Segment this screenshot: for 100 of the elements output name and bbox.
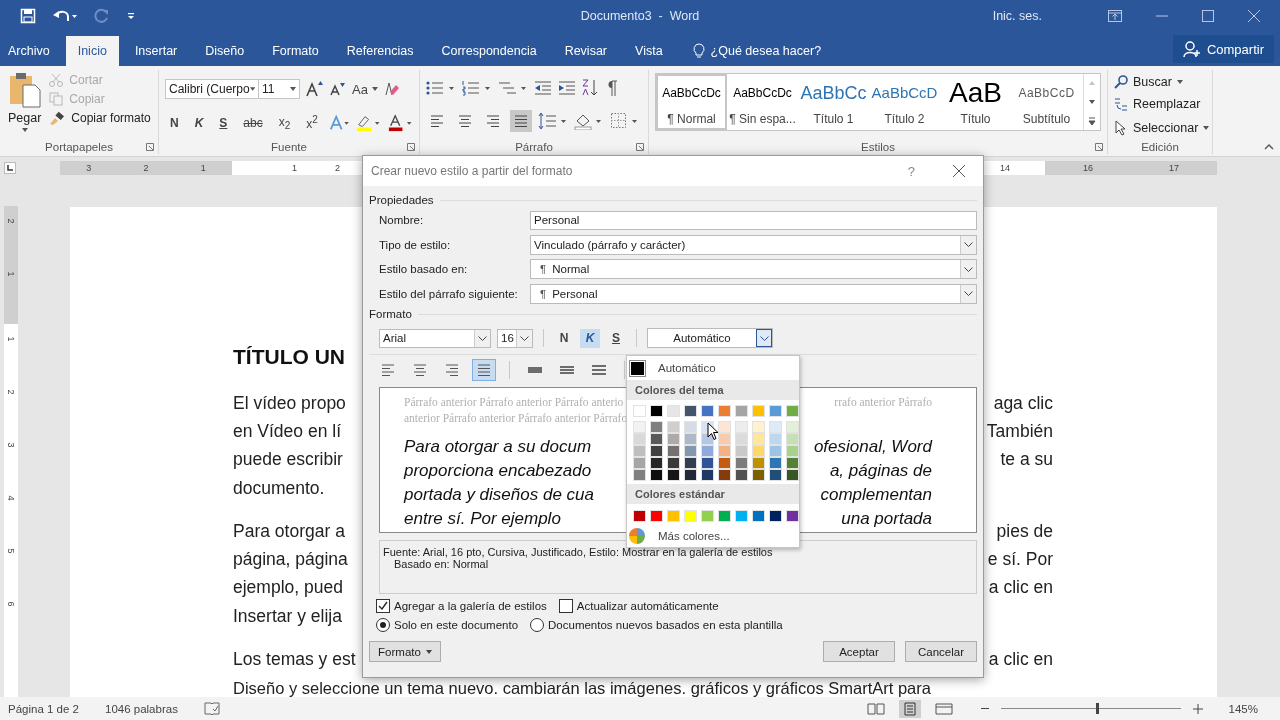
format-button[interactable]: x$^{2}$ (301, 114, 323, 132)
color-swatch[interactable] (684, 457, 697, 469)
ribbon-tab[interactable]: Revisar (552, 36, 619, 66)
color-swatch[interactable] (650, 433, 663, 445)
ribbon-tab[interactable]: Diseño (193, 36, 257, 66)
color-swatch[interactable] (633, 433, 646, 445)
share-button[interactable]: Compartir (1172, 35, 1274, 63)
color-swatch[interactable] (752, 405, 765, 417)
radio-label[interactable]: Solo en este documento (394, 619, 519, 631)
style-item[interactable]: AaBbCcD Título 2 (869, 74, 940, 130)
color-swatch[interactable] (752, 457, 765, 469)
color-swatch[interactable] (786, 457, 799, 469)
editing-command[interactable]: Seleccionar (1114, 119, 1210, 136)
numbering-icon[interactable] (462, 79, 492, 96)
color-swatch[interactable] (667, 469, 680, 481)
color-swatch[interactable] (769, 433, 782, 445)
font-size-field[interactable]: 11 (258, 79, 300, 100)
clipboard-command[interactable]: Copiar formato (49, 111, 151, 125)
automatic-color-option[interactable]: Automático (627, 356, 799, 380)
editing-command[interactable]: Buscar (1114, 75, 1183, 90)
color-swatch[interactable] (701, 445, 714, 457)
proofing-icon[interactable] (203, 701, 220, 716)
borders-icon[interactable] (610, 112, 640, 131)
format-button[interactable]: N (165, 115, 184, 130)
color-swatch[interactable] (718, 433, 731, 445)
color-swatch[interactable] (786, 405, 799, 417)
color-swatch[interactable] (786, 445, 799, 457)
style-item[interactable]: AaB Título (940, 74, 1011, 130)
color-swatch[interactable] (718, 445, 731, 457)
color-swatch[interactable] (735, 510, 748, 522)
color-swatch[interactable] (735, 469, 748, 481)
highlighter-icon[interactable] (356, 113, 382, 132)
color-swatch[interactable] (786, 433, 799, 445)
checkbox-label[interactable]: Actualizar automáticamente (576, 600, 719, 612)
color-swatch[interactable] (769, 457, 782, 469)
color-swatch[interactable] (701, 405, 714, 417)
color-swatch[interactable] (752, 510, 765, 522)
style-item[interactable]: AaBbCcDc ¶ Normal (656, 74, 727, 130)
style-item[interactable]: AaBbCcDc ¶ Sin espa... (727, 74, 798, 130)
radio-button[interactable] (376, 618, 390, 632)
color-swatch[interactable] (684, 445, 697, 457)
zoom-level[interactable]: 145% (1228, 702, 1258, 715)
color-swatch[interactable] (718, 421, 731, 433)
color-swatch[interactable] (735, 445, 748, 457)
color-swatch[interactable] (650, 421, 663, 433)
shading-icon[interactable] (574, 112, 604, 131)
format-menu-button[interactable]: Formato (369, 641, 441, 662)
color-swatch[interactable] (684, 469, 697, 481)
format-button[interactable]: abc (238, 115, 268, 130)
color-swatch[interactable] (752, 445, 765, 457)
color-swatch[interactable] (667, 445, 680, 457)
checkbox[interactable] (558, 599, 573, 613)
view-button[interactable] (898, 699, 921, 718)
color-swatch[interactable] (650, 510, 663, 522)
color-swatch[interactable] (735, 457, 748, 469)
dialog-launcher-icon[interactable] (636, 142, 644, 151)
format-button[interactable]: K (189, 115, 209, 130)
dropdown-field[interactable]: Vinculado (párrafo y carácter) (530, 234, 977, 255)
color-swatch[interactable] (667, 405, 680, 417)
format-button[interactable]: x$_{2}$ (273, 114, 296, 131)
color-swatch[interactable] (684, 433, 697, 445)
color-swatch[interactable] (650, 445, 663, 457)
color-swatch[interactable] (786, 421, 799, 433)
ribbon-tab[interactable]: Correspondencia (429, 36, 549, 66)
color-swatch[interactable] (752, 469, 765, 481)
name-field[interactable]: Personal (530, 210, 977, 230)
align-button[interactable] (473, 360, 495, 380)
tell-me-field[interactable]: ¿Qué desea hacer? (692, 36, 822, 66)
text-effects-icon[interactable] (328, 113, 351, 132)
color-swatch[interactable] (718, 469, 731, 481)
color-swatch[interactable] (701, 457, 714, 469)
color-swatch[interactable] (769, 405, 782, 417)
more-colors-option[interactable]: Más colores... (627, 526, 799, 546)
color-swatch[interactable] (684, 510, 697, 522)
color-swatch[interactable] (769, 445, 782, 457)
color-dropdown[interactable]: Automático (647, 328, 773, 348)
close-icon[interactable] (953, 165, 965, 177)
color-swatch[interactable] (701, 510, 714, 522)
color-swatch[interactable] (667, 421, 680, 433)
ok-button[interactable]: Aceptar (823, 641, 895, 662)
dialog-launcher-icon[interactable] (1095, 142, 1103, 151)
color-swatch[interactable] (633, 469, 646, 481)
decrease-indent-icon[interactable] (534, 79, 552, 96)
color-swatch[interactable] (718, 510, 731, 522)
dropdown-field[interactable]: ¶ Personal (530, 283, 977, 304)
color-swatch[interactable] (786, 510, 799, 522)
editing-command[interactable]: Reemplazar (1114, 97, 1201, 112)
maximize-icon[interactable] (1202, 10, 1214, 22)
dropdown-field[interactable]: ¶ Normal (530, 259, 977, 280)
pilcrow-icon[interactable] (606, 79, 618, 96)
font-name-field[interactable]: Calibri (Cuerpo (165, 79, 259, 100)
font-dropdown[interactable]: Arial (379, 328, 491, 348)
color-swatch[interactable] (752, 421, 765, 433)
color-swatch[interactable] (633, 457, 646, 469)
ribbon-tab[interactable]: Insertar (122, 36, 190, 66)
customize-menu-icon[interactable] (126, 11, 136, 21)
style-item[interactable]: AaBbCc Título 1 (798, 74, 869, 130)
color-swatch[interactable] (633, 510, 646, 522)
ribbon-tab[interactable]: Vista (623, 36, 675, 66)
color-swatch[interactable] (701, 469, 714, 481)
